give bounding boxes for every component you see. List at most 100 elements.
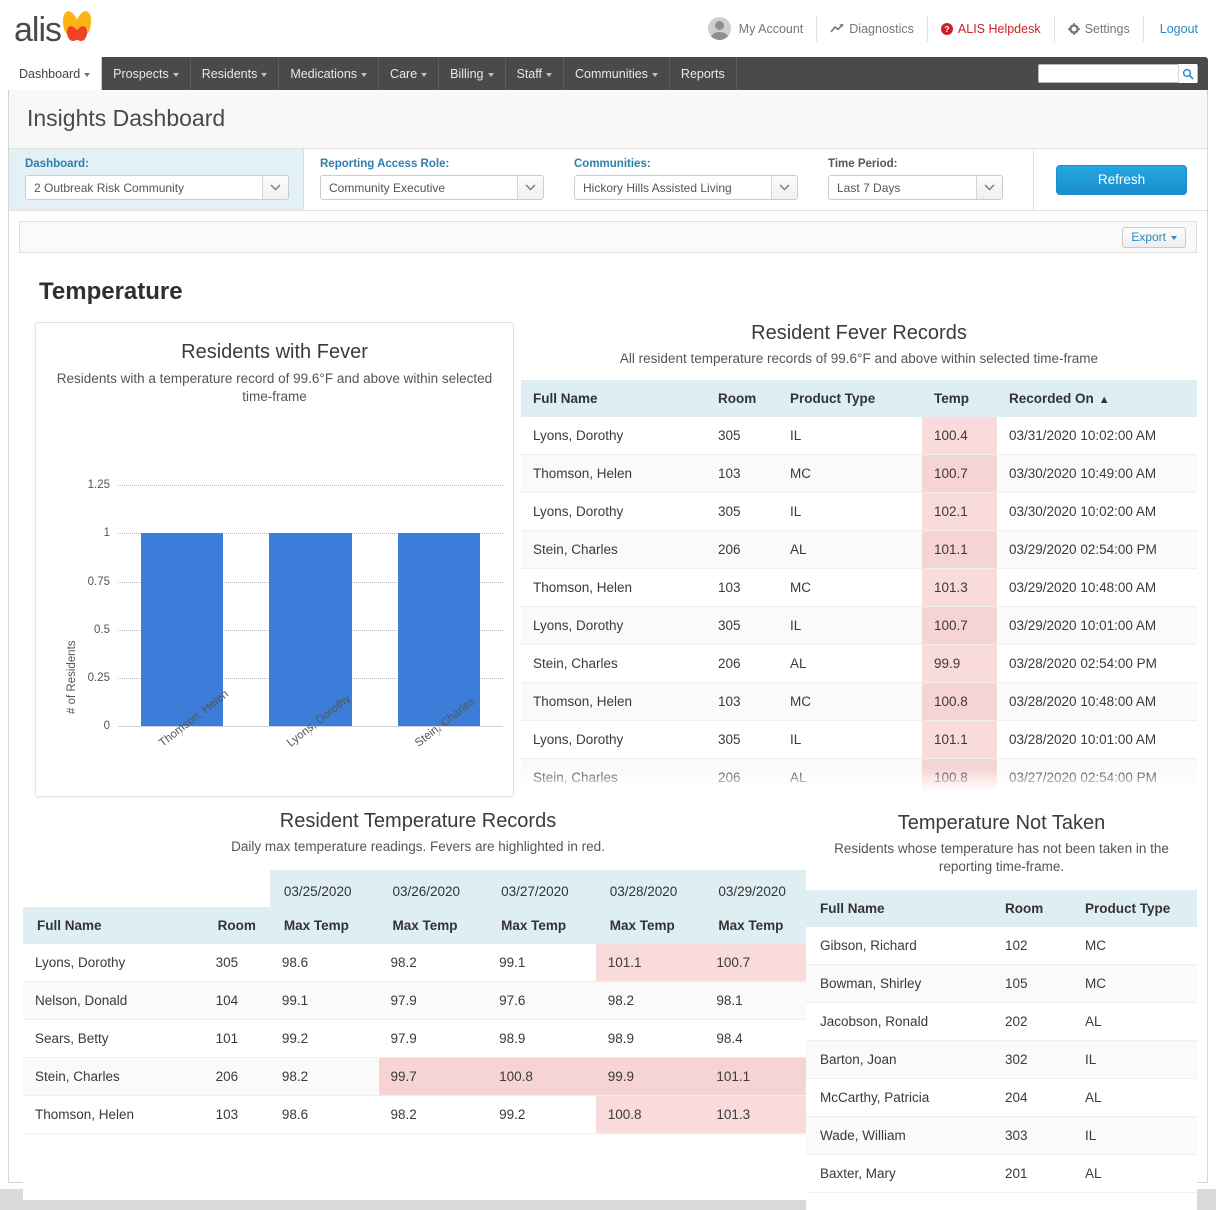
logout-link[interactable]: Logout — [1144, 16, 1202, 42]
table-row[interactable]: Thomson, Helen103MC101.303/29/2020 10:48… — [521, 569, 1197, 607]
col-max-temp[interactable]: Max Temp — [487, 907, 596, 944]
table-row[interactable]: Jacobson, Ronald202AL — [806, 1003, 1197, 1041]
search-button[interactable] — [1178, 64, 1197, 83]
my-account-link[interactable]: My Account — [695, 16, 818, 42]
table-row[interactable]: Stein, Charles206AL100.803/27/2020 02:54… — [521, 759, 1197, 795]
settings-label: Settings — [1085, 22, 1130, 36]
col-max-temp[interactable]: Max Temp — [270, 907, 379, 944]
page-title: Insights Dashboard — [27, 105, 1189, 132]
cell-room: 105 — [991, 965, 1071, 1003]
logout-label: Logout — [1160, 22, 1198, 36]
nav-tab-care[interactable]: Care — [379, 57, 439, 90]
cell-name: Sears, Betty — [23, 1020, 204, 1058]
table-row[interactable]: Stein, Charles20698.299.7100.899.9101.1 — [23, 1058, 813, 1096]
col-recorded-on[interactable]: Recorded On ▲ — [997, 380, 1197, 417]
cell-temp: 100.7 — [922, 455, 997, 493]
chevron-down-icon[interactable] — [771, 176, 797, 199]
cell-room: 305 — [706, 417, 778, 455]
cell-name: Lyons, Dorothy — [521, 721, 706, 759]
col-full-name[interactable]: Full Name — [521, 380, 706, 417]
export-button[interactable]: Export — [1122, 227, 1186, 248]
table-row[interactable]: Lyons, Dorothy305IL100.403/31/2020 10:02… — [521, 417, 1197, 455]
table-row[interactable]: Thomson, Helen103MC100.803/28/2020 10:48… — [521, 683, 1197, 721]
top-header: alis My Account Diagnostics ? ALIS Helpd… — [0, 0, 1216, 57]
table-row[interactable]: Sears, Betty10199.297.998.998.998.4 — [23, 1020, 813, 1058]
cell-room: 202 — [991, 1003, 1071, 1041]
butterfly-logo-icon — [62, 11, 100, 43]
cell-name: Wade, William — [806, 1117, 991, 1155]
cell-max-temp: 97.9 — [379, 982, 488, 1020]
col-product-type[interactable]: Product Type — [1071, 890, 1197, 927]
nav-tab-prospects[interactable]: Prospects — [102, 57, 191, 90]
cell-room: 302 — [991, 1041, 1071, 1079]
table-row[interactable]: Thomson, Helen103MC100.703/30/2020 10:49… — [521, 455, 1197, 493]
communities-select[interactable]: Hickory Hills Assisted Living — [574, 175, 798, 200]
time-period-select-value: Last 7 Days — [829, 176, 976, 199]
table-row[interactable]: Barton, Joan302IL — [806, 1041, 1197, 1079]
col-recorded-on-label: Recorded On — [1009, 391, 1094, 406]
temperature-records-subtitle: Daily max temperature readings. Fevers a… — [23, 833, 813, 856]
col-temp[interactable]: Temp — [922, 380, 997, 417]
resident-fever-records-panel: Resident Fever Records All resident temp… — [521, 322, 1197, 806]
col-max-temp[interactable]: Max Temp — [379, 907, 488, 944]
table-row[interactable]: Thomson, Helen10398.698.299.2100.8101.3 — [23, 1096, 813, 1134]
nav-tab-residents[interactable]: Residents — [191, 57, 280, 90]
col-product-type[interactable]: Product Type — [778, 380, 922, 417]
cell-room: 305 — [204, 944, 270, 982]
cell-max-temp: 100.7 — [704, 944, 813, 982]
alis-helpdesk-link[interactable]: ? ALIS Helpdesk — [928, 16, 1055, 42]
diagnostics-link[interactable]: Diagnostics — [817, 16, 928, 42]
nav-tab-staff[interactable]: Staff — [506, 57, 564, 90]
reporting-access-role-select[interactable]: Community Executive — [320, 175, 544, 200]
cell-max-temp: 99.9 — [596, 1058, 705, 1096]
nav-tab-dashboard[interactable]: Dashboard — [8, 57, 102, 90]
cell-name: Bowman, Shirley — [806, 965, 991, 1003]
communities-select-value: Hickory Hills Assisted Living — [575, 176, 771, 199]
nav-tab-medications[interactable]: Medications — [279, 57, 379, 90]
col-room[interactable]: Room — [204, 907, 270, 944]
cell-name: Lyons, Dorothy — [521, 607, 706, 645]
alis-logo[interactable]: alis — [14, 11, 100, 47]
col-room[interactable]: Room — [991, 890, 1071, 927]
refresh-button[interactable]: Refresh — [1056, 165, 1187, 195]
not-taken-table: Full Name Room Product Type Gibson, Rich… — [806, 890, 1197, 1193]
cell-temp: 100.4 — [922, 417, 997, 455]
time-period-select[interactable]: Last 7 Days — [828, 175, 1003, 200]
col-full-name[interactable]: Full Name — [806, 890, 991, 927]
cell-temp: 100.8 — [922, 759, 997, 795]
filter-communities: Communities: Hickory Hills Assisted Livi… — [558, 149, 812, 210]
col-room[interactable]: Room — [706, 380, 778, 417]
table-row[interactable]: Wade, William303IL — [806, 1117, 1197, 1155]
chevron-down-icon — [652, 73, 658, 77]
col-max-temp[interactable]: Max Temp — [596, 907, 705, 944]
col-full-name[interactable]: Full Name — [23, 907, 204, 944]
table-row[interactable]: Lyons, Dorothy305IL102.103/30/2020 10:02… — [521, 493, 1197, 531]
table-row[interactable]: McCarthy, Patricia204AL — [806, 1079, 1197, 1117]
table-row[interactable]: Bowman, Shirley105MC — [806, 965, 1197, 1003]
sort-asc-icon: ▲ — [1099, 394, 1110, 406]
search-box[interactable] — [1038, 64, 1198, 83]
nav-tab-communities[interactable]: Communities — [564, 57, 670, 90]
dashboard-select[interactable]: 2 Outbreak Risk Community — [25, 175, 289, 200]
chevron-down-icon[interactable] — [976, 176, 1002, 199]
table-row[interactable]: Lyons, Dorothy305IL101.103/28/2020 10:01… — [521, 721, 1197, 759]
col-max-temp[interactable]: Max Temp — [704, 907, 813, 944]
header-utility-links: My Account Diagnostics ? ALIS Helpdesk S… — [695, 12, 1202, 46]
chevron-down-icon[interactable] — [517, 176, 543, 199]
search-input[interactable] — [1039, 65, 1178, 82]
table-row[interactable]: Stein, Charles206AL101.103/29/2020 02:54… — [521, 531, 1197, 569]
date-column-header: 03/27/2020 — [487, 870, 596, 907]
table-row[interactable]: Nelson, Donald10499.197.997.698.298.1 — [23, 982, 813, 1020]
nav-tab-billing[interactable]: Billing — [439, 57, 505, 90]
table-row[interactable]: Lyons, Dorothy30598.698.299.1101.1100.7 — [23, 944, 813, 982]
chevron-down-icon[interactable] — [262, 176, 288, 199]
table-row[interactable]: Baxter, Mary201AL — [806, 1155, 1197, 1193]
nav-tab-reports[interactable]: Reports — [670, 57, 737, 90]
table-row[interactable]: Lyons, Dorothy305IL100.703/29/2020 10:01… — [521, 607, 1197, 645]
filter-reporting-access-role: Reporting Access Role: Community Executi… — [304, 149, 558, 210]
table-row[interactable]: Stein, Charles206AL99.903/28/2020 02:54:… — [521, 645, 1197, 683]
settings-link[interactable]: Settings — [1055, 16, 1144, 42]
cell-recorded-on: 03/31/2020 10:02:00 AM — [997, 417, 1197, 455]
fever-records-table-scroll[interactable]: Full Name Room Product Type Temp Recorde… — [521, 380, 1197, 794]
table-row[interactable]: Gibson, Richard102MC — [806, 927, 1197, 965]
